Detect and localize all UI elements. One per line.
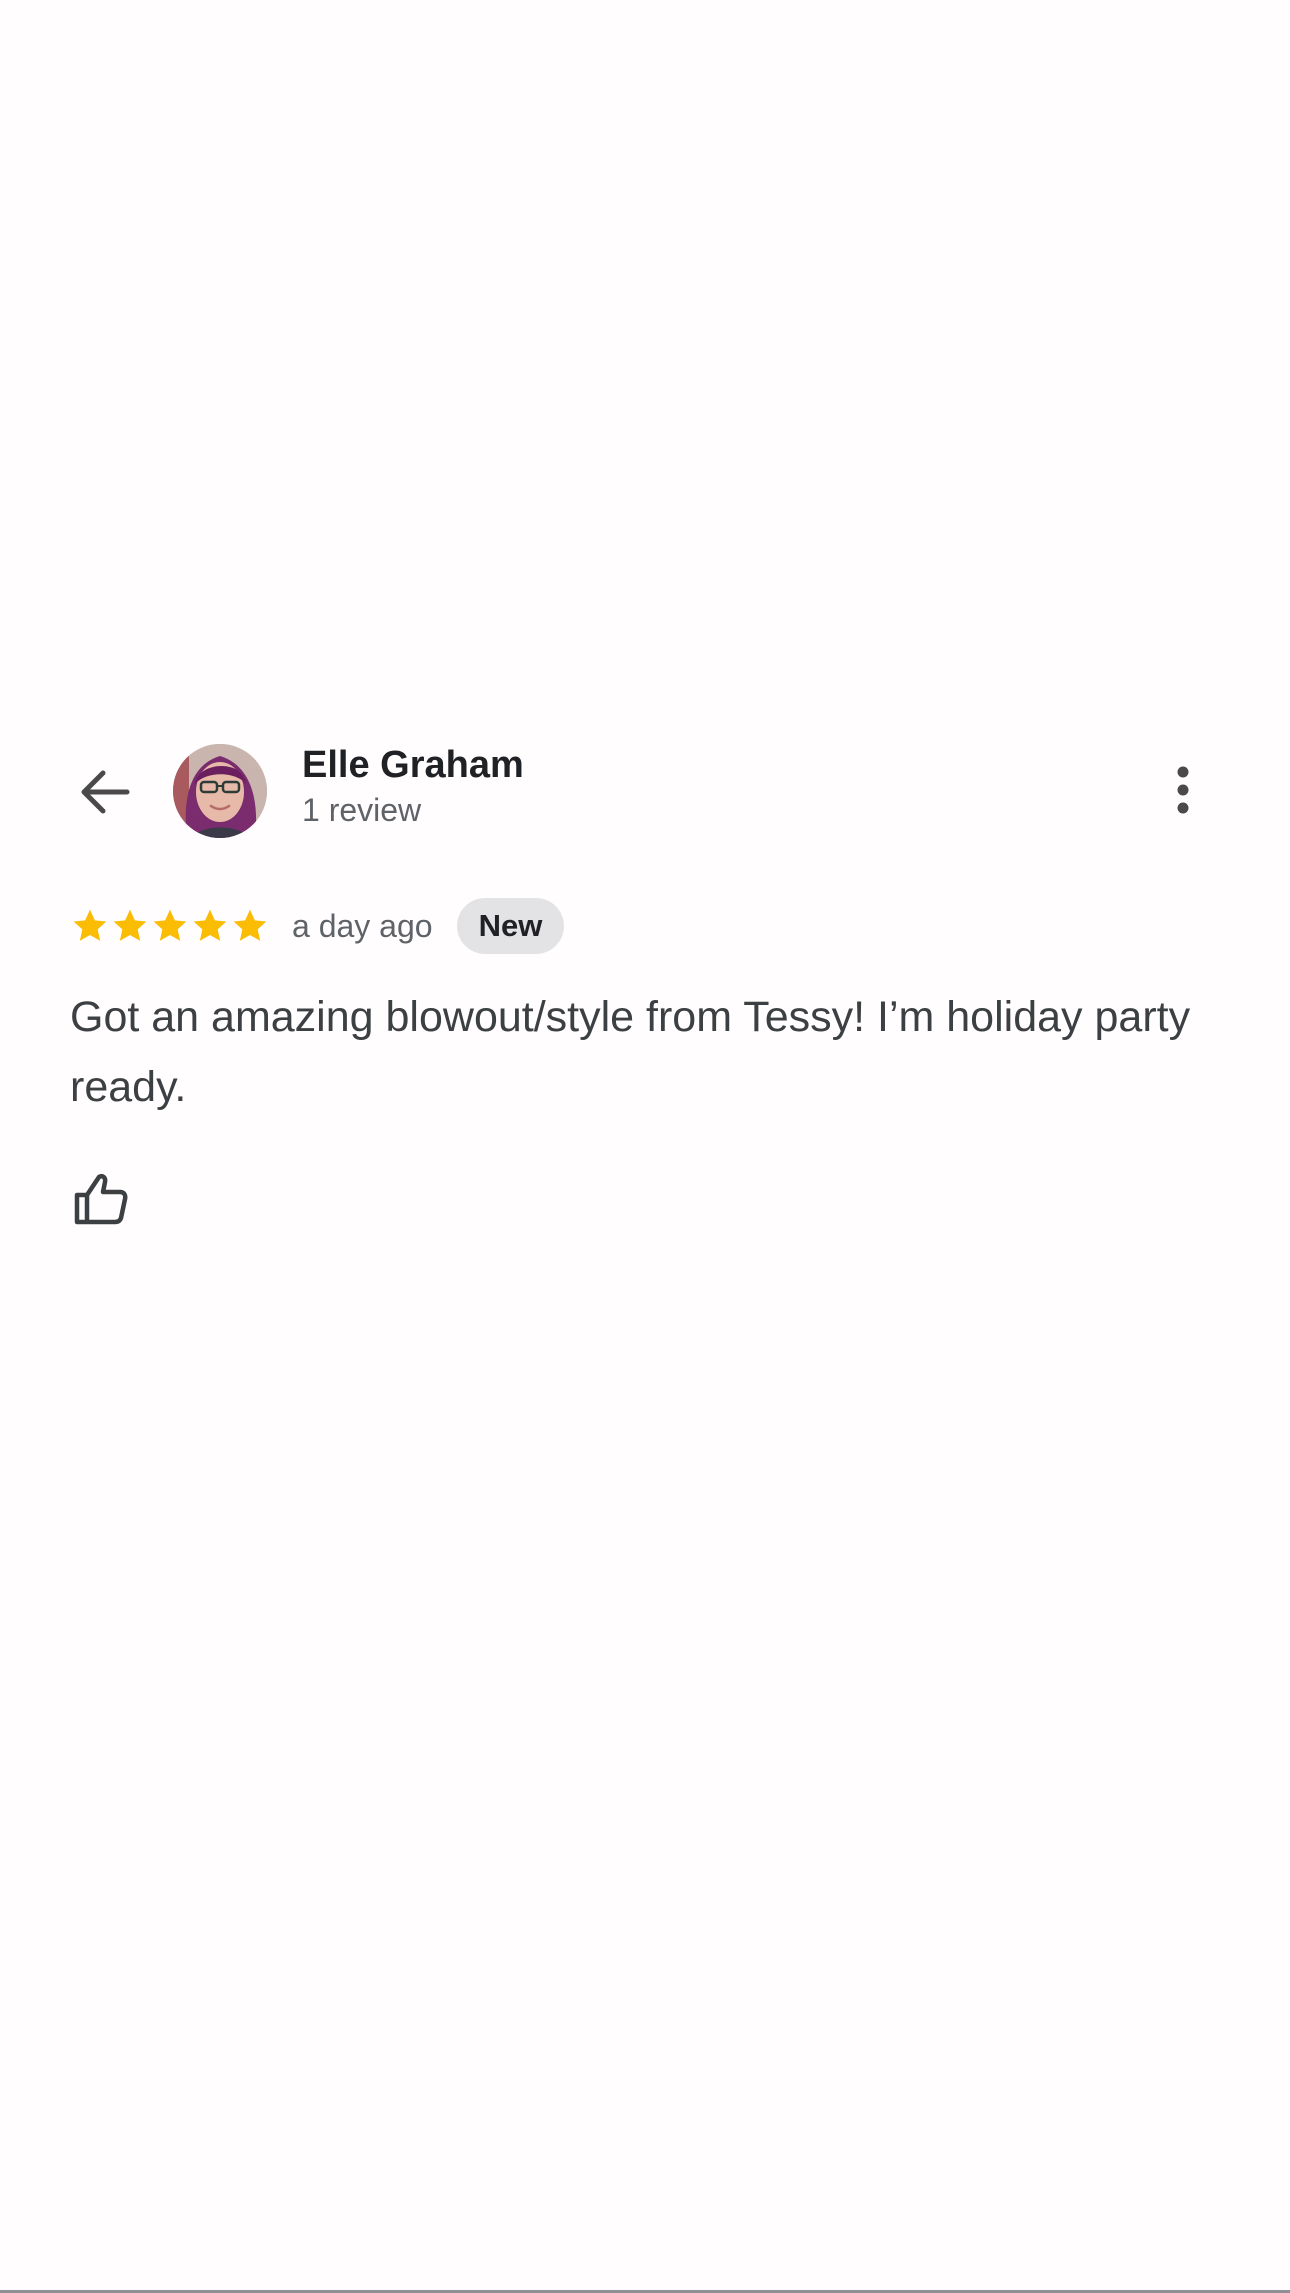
star-icon bbox=[193, 909, 227, 941]
like-button[interactable] bbox=[70, 1168, 132, 1230]
more-options-button[interactable] bbox=[1158, 760, 1208, 820]
star-icon bbox=[233, 909, 267, 941]
review-text: Got an amazing blowout/style from Tessy!… bbox=[70, 993, 1191, 1111]
review-card: Elle Graham 1 review a day ago New Got a… bbox=[0, 740, 1290, 1225]
back-button[interactable] bbox=[70, 762, 140, 822]
review-meta: a day ago New bbox=[70, 898, 565, 954]
reviewer-name[interactable]: Elle Graham bbox=[302, 744, 524, 787]
thumbs-up-icon bbox=[74, 1174, 128, 1225]
star-icon bbox=[113, 909, 147, 941]
review-timestamp: a day ago bbox=[292, 907, 433, 944]
avatar-image bbox=[173, 744, 267, 838]
more-vertical-icon bbox=[1177, 766, 1189, 814]
star-rating bbox=[70, 906, 270, 946]
review-header: Elle Graham 1 review bbox=[0, 740, 1290, 840]
arrow-left-icon bbox=[81, 770, 130, 814]
reviewer-review-count: 1 review bbox=[302, 792, 422, 828]
new-badge: New bbox=[456, 898, 565, 954]
avatar[interactable] bbox=[173, 744, 267, 838]
star-icon bbox=[153, 909, 187, 941]
star-icon bbox=[73, 909, 107, 941]
